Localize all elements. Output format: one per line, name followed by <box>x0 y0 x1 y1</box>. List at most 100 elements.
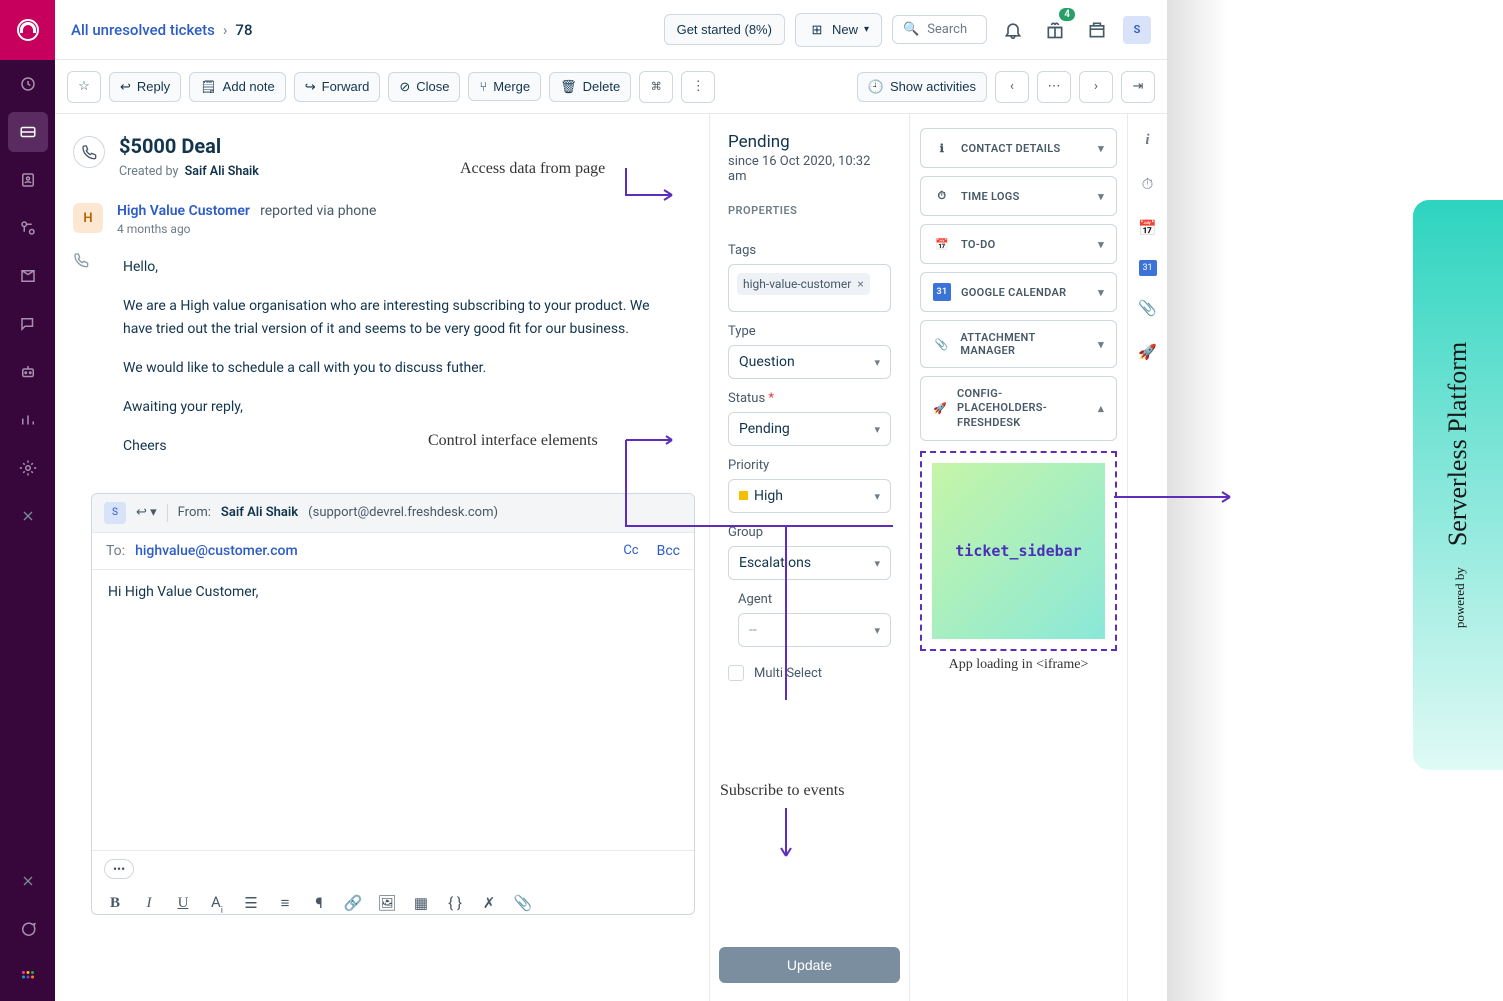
nav-analytics[interactable] <box>8 400 48 440</box>
new-button-label: New <box>832 22 858 37</box>
side-stopwatch-icon[interactable]: ⏱ <box>1136 172 1160 196</box>
contact-details-widget[interactable]: ℹCONTACT DETAILS▾ <box>920 128 1117 168</box>
forward-button[interactable]: ↪Forward <box>294 72 381 102</box>
update-button[interactable]: Update <box>719 947 900 983</box>
app-iframe-container: ticket_sidebar <box>920 451 1117 651</box>
group-select[interactable]: Escalations▾ <box>728 546 891 580</box>
agent-select[interactable]: --▾ <box>738 613 891 647</box>
attachment-manager-widget[interactable]: 📎ATTACHMENT MANAGER▾ <box>920 320 1117 368</box>
gift-icon[interactable]: 4 <box>1039 14 1071 46</box>
new-button[interactable]: ⊞New ▾ <box>795 13 882 47</box>
google-calendar-widget[interactable]: 31GOOGLE CALENDAR▾ <box>920 272 1117 312</box>
pagination-more-button[interactable]: ⋯ <box>1037 71 1071 103</box>
paragraph-icon[interactable]: ¶ <box>308 894 330 912</box>
reply-options-pill[interactable]: ••• <box>104 859 134 879</box>
tag-remove-icon[interactable]: × <box>857 277 863 291</box>
nav-dashboard[interactable] <box>8 64 48 104</box>
prev-ticket-button[interactable]: ‹ <box>995 71 1029 103</box>
search-icon: 🔍 <box>903 22 919 37</box>
show-activities-button[interactable]: 🕘Show activities <box>857 72 987 102</box>
gift-badge: 4 <box>1059 8 1075 21</box>
close-button[interactable]: ⊘ Close <box>388 72 460 102</box>
nav-app2[interactable] <box>8 861 48 901</box>
nav-chat[interactable] <box>8 909 48 949</box>
side-icon-rail: i ⏱ 📅 31 📎 🚀 <box>1127 114 1167 1001</box>
text-color-icon[interactable]: A¡ <box>206 893 228 914</box>
ul-icon[interactable]: ☰ <box>240 894 262 912</box>
todo-widget[interactable]: 📅TO-DO▾ <box>920 224 1117 264</box>
customer-name-link[interactable]: High Value Customer <box>117 203 250 219</box>
nav-bot[interactable] <box>8 352 48 392</box>
side-calendar-icon[interactable]: 📅 <box>1136 216 1160 240</box>
attach-icon[interactable]: 📎 <box>512 894 534 912</box>
msg-p2: We would like to schedule a call with yo… <box>123 357 673 380</box>
breadcrumb-link[interactable]: All unresolved tickets <box>71 21 215 39</box>
app-logo[interactable] <box>0 0 55 60</box>
chevron-down-icon: ▾ <box>874 490 880 503</box>
reply-back-icon[interactable]: ↩ ▾ <box>136 505 157 520</box>
reply-to-row: To: highvalue@customer.com Cc Bcc <box>92 533 694 570</box>
nav-contacts[interactable] <box>8 160 48 200</box>
code-icon[interactable]: { } <box>444 894 466 912</box>
properties-column: Pending since 16 Oct 2020, 10:32 am PROP… <box>709 114 909 1001</box>
multiselect-row[interactable]: Multi Select <box>728 665 891 681</box>
nav-forums[interactable] <box>8 304 48 344</box>
nav-automation[interactable] <box>8 208 48 248</box>
notifications-icon[interactable] <box>997 14 1029 46</box>
reply-bcc-link[interactable]: Bcc <box>657 543 680 559</box>
tags-input[interactable]: high-value-customer× <box>728 264 891 312</box>
side-gcal-icon[interactable]: 31 <box>1139 260 1157 276</box>
reply-body-editor[interactable]: Hi High Value Customer, <box>92 570 694 850</box>
ol-icon[interactable]: ≡ <box>274 894 296 912</box>
reply-from-name: Saif Ali Shaik <box>221 505 298 520</box>
side-attachment-icon[interactable]: 📎 <box>1136 296 1160 320</box>
delete-button[interactable]: 🗑Delete <box>549 72 631 102</box>
marketplace-icon[interactable] <box>1081 14 1113 46</box>
merge-button[interactable]: ⑂Merge <box>468 72 541 101</box>
close-label: Close <box>416 79 449 94</box>
priority-select[interactable]: High▾ <box>728 479 891 513</box>
chevron-down-icon: ▾ <box>1098 190 1104 203</box>
nav-app1[interactable] <box>8 496 48 536</box>
clear-format-icon[interactable]: ✗ <box>478 894 500 912</box>
star-button[interactable]: ☆ <box>67 71 101 103</box>
underline-icon[interactable]: U <box>172 895 194 912</box>
nav-apps[interactable] <box>8 957 48 997</box>
msg-greeting: Hello, <box>123 256 673 279</box>
breadcrumb-id: 78 <box>235 21 252 39</box>
status-select[interactable]: Pending▾ <box>728 412 891 446</box>
shortcut-button[interactable]: ⌘ <box>639 71 673 103</box>
iframe-placeholder-label: ticket_sidebar <box>955 542 1081 560</box>
check-icon: ⊘ <box>399 79 410 95</box>
side-info-icon[interactable]: i <box>1136 128 1160 152</box>
next-ticket-button[interactable]: › <box>1079 71 1113 103</box>
reply-to-email[interactable]: highvalue@customer.com <box>135 543 298 559</box>
search-input[interactable]: 🔍 Search <box>892 15 987 44</box>
reply-button[interactable]: ↩Reply <box>109 72 181 102</box>
image-icon[interactable]: 🖼 <box>376 894 398 912</box>
get-started-button[interactable]: Get started (8%) <box>664 14 785 45</box>
search-placeholder: Search <box>927 22 967 37</box>
nav-settings[interactable] <box>8 448 48 488</box>
bold-icon[interactable]: B <box>104 895 126 912</box>
more-button[interactable]: ⋮ <box>681 71 715 103</box>
chevron-right-icon: › <box>223 21 228 39</box>
multiselect-checkbox[interactable] <box>728 665 744 681</box>
type-select[interactable]: Question▾ <box>728 345 891 379</box>
user-avatar[interactable]: S <box>1123 16 1151 44</box>
reply-avatar: S <box>104 502 126 524</box>
table-icon[interactable]: ▦ <box>410 894 432 912</box>
nav-solutions[interactable] <box>8 256 48 296</box>
nav-tickets[interactable] <box>8 112 48 152</box>
reply-cc-link[interactable]: Cc <box>623 543 638 558</box>
italic-icon[interactable]: I <box>138 895 160 912</box>
expand-button[interactable]: ⇥ <box>1121 71 1155 103</box>
add-note-button[interactable]: 🗒Add note <box>189 72 286 102</box>
side-rocket-icon[interactable]: 🚀 <box>1136 340 1160 364</box>
chevron-down-icon: ▾ <box>1098 142 1104 155</box>
chevron-down-icon: ▾ <box>1098 286 1104 299</box>
config-placeholders-widget[interactable]: 🚀CONFIG-PLACEHOLDERS-FRESHDESK▴ <box>920 376 1117 441</box>
link-icon[interactable]: 🔗 <box>342 894 364 912</box>
time-logs-widget[interactable]: ⏱TIME LOGS▾ <box>920 176 1117 216</box>
top-bar: All unresolved tickets › 78 Get started … <box>55 0 1167 60</box>
